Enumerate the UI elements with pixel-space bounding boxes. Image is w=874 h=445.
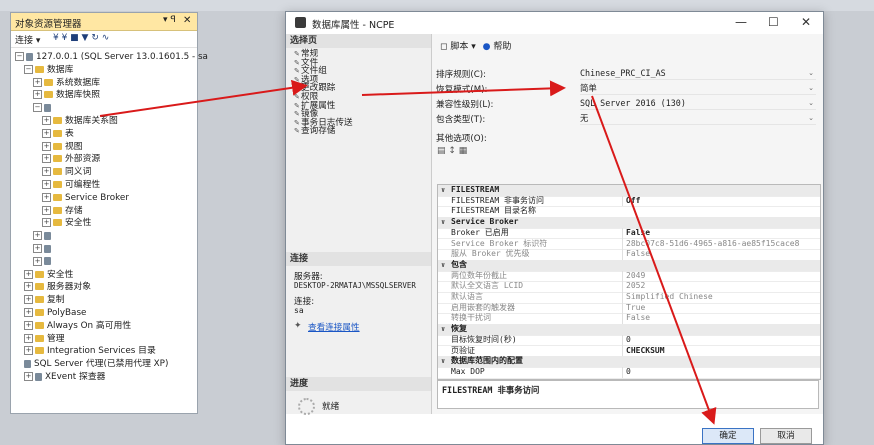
- arrow-recovery-to-ok: [591, 95, 717, 425]
- arrow-options-to-recovery: [361, 80, 566, 97]
- arrow-db-to-options: [99, 79, 308, 117]
- annotation-arrows: [99, 79, 717, 425]
